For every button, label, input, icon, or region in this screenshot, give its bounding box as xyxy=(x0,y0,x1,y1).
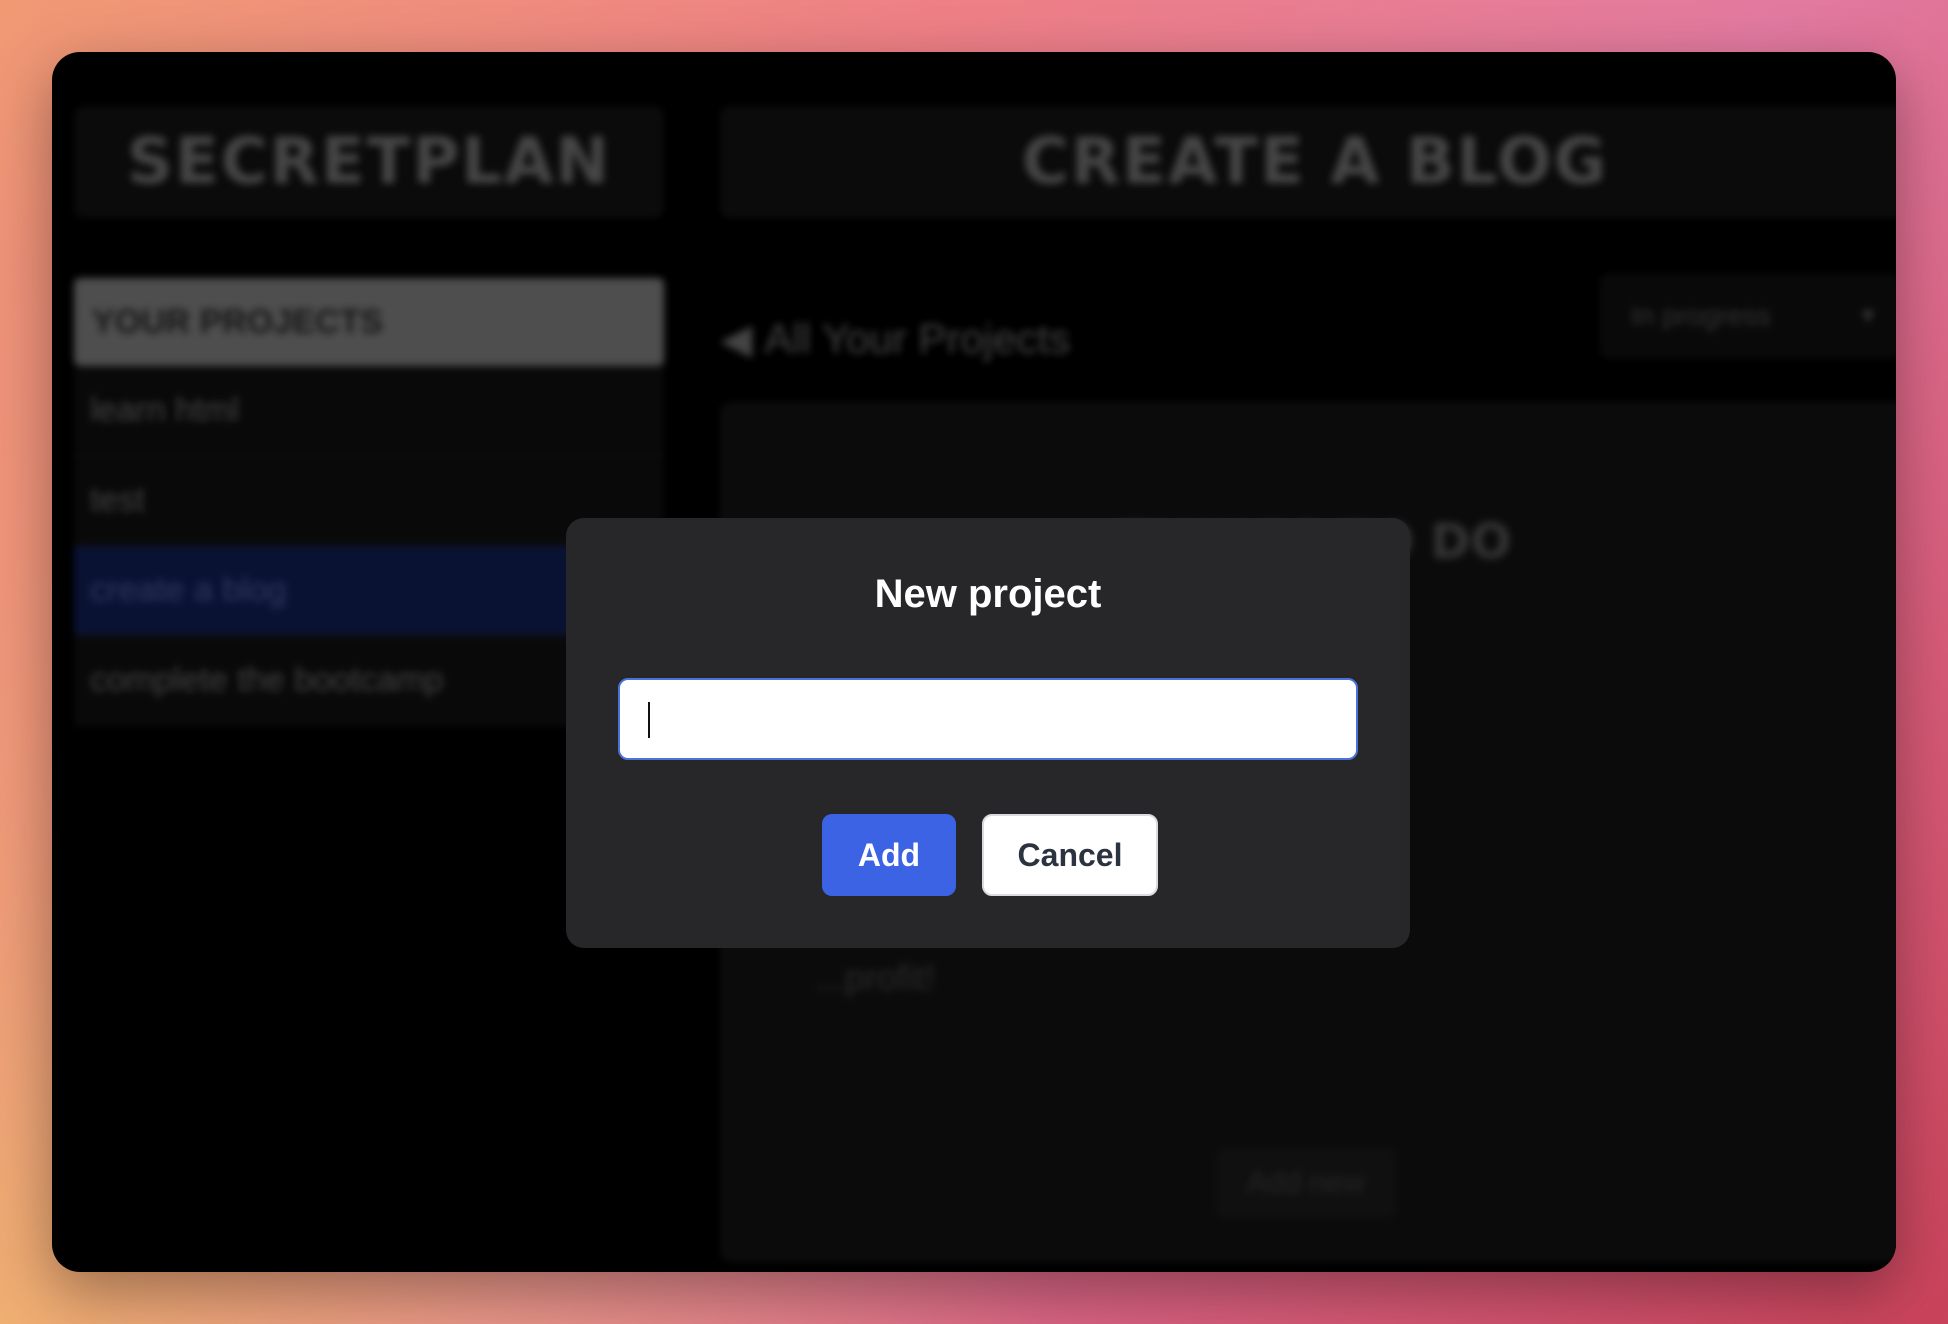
add-button[interactable]: Add xyxy=(822,814,956,896)
project-name-input[interactable] xyxy=(618,678,1358,760)
app-window: SECRETPLAN CREATE A BLOG YOUR PROJECTS l… xyxy=(52,52,1896,1272)
modal-title: New project xyxy=(874,572,1102,616)
cancel-button[interactable]: Cancel xyxy=(982,814,1158,896)
new-project-modal: New project Add Cancel xyxy=(566,518,1410,948)
text-caret xyxy=(648,702,650,738)
